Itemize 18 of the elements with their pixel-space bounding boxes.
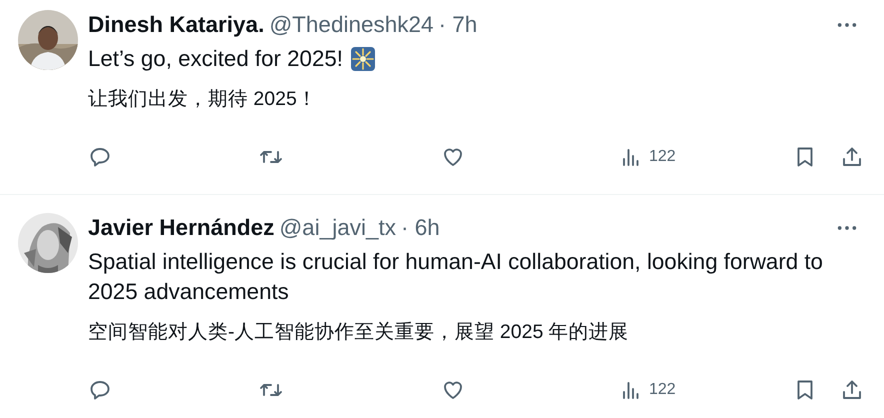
author-name[interactable]: Javier Hernández: [88, 215, 274, 241]
post-text: 空间智能对人类-人工智能协作至关重要，展望 2025 年的进展: [88, 320, 629, 345]
share-icon[interactable]: [840, 145, 864, 169]
post-text: Spatial intelligence is crucial for human-AI collaboration, looking forward to 2025 advancements: [88, 248, 824, 306]
share-icon[interactable]: [840, 378, 864, 402]
post-time[interactable]: · 6h: [401, 215, 440, 241]
view-count: 122: [649, 148, 676, 166]
post-text: 让我们出发，期待 2025！: [88, 87, 317, 112]
post-time[interactable]: · 7h: [438, 12, 478, 38]
more-icon[interactable]: [836, 223, 858, 233]
reply-icon[interactable]: [88, 378, 112, 402]
reply-icon[interactable]: [88, 145, 112, 169]
author-handle[interactable]: @Thedineshk24: [269, 12, 434, 38]
post-text: Let’s go, excited for 2025!: [88, 45, 343, 73]
view-count: 122: [649, 381, 676, 399]
more-icon[interactable]: [836, 20, 858, 30]
author-name[interactable]: Dinesh Katariya.: [88, 12, 264, 38]
author-handle[interactable]: @ai_javi_tx: [279, 215, 396, 241]
